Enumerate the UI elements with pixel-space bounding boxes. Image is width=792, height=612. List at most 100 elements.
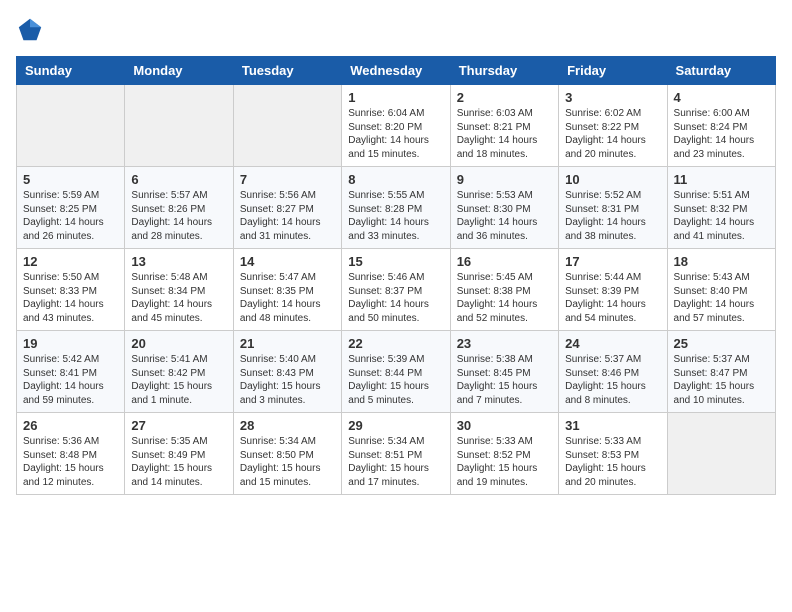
day-cell-8: 8 Sunrise: 5:55 AM Sunset: 8:28 PM Daylig… [342, 167, 450, 249]
day-cell-31: 31 Sunrise: 5:33 AM Sunset: 8:53 PM Dayli… [559, 413, 667, 495]
day-info: Sunrise: 5:38 AM Sunset: 8:45 PM Dayligh… [457, 353, 552, 407]
day-info: Sunrise: 5:53 AM Sunset: 8:30 PM Dayligh… [457, 189, 552, 243]
day-number: 28 [240, 418, 335, 433]
day-cell-2: 2 Sunrise: 6:03 AM Sunset: 8:21 PM Daylig… [450, 85, 558, 167]
header-day-monday: Monday [125, 57, 233, 85]
week-row-3: 19 Sunrise: 5:42 AM Sunset: 8:41 PM Dayli… [17, 331, 776, 413]
day-number: 11 [674, 172, 769, 187]
day-info: Sunrise: 5:51 AM Sunset: 8:32 PM Dayligh… [674, 189, 769, 243]
day-cell-30: 30Sunrise: 5:33 AM Sunset: 8:52 PM Dayli… [450, 413, 558, 495]
day-cell-19: 19 Sunrise: 5:42 AM Sunset: 8:41 PM Dayli… [17, 331, 125, 413]
day-cell-12: 12 Sunrise: 5:50 AM Sunset: 8:33 PM Dayli… [17, 249, 125, 331]
day-number: 21 [240, 336, 335, 351]
day-cell-18: 18 Sunrise: 5:43 AM Sunset: 8:40 PM Dayli… [667, 249, 775, 331]
day-number: 14 [240, 254, 335, 269]
day-info: Sunrise: 5:36 AM Sunset: 8:48 PM Dayligh… [23, 435, 118, 489]
day-number: 1 [348, 90, 443, 105]
day-cell-13: 13 Sunrise: 5:48 AM Sunset: 8:34 PM Dayli… [125, 249, 233, 331]
day-info: Sunrise: 5:43 AM Sunset: 8:40 PM Dayligh… [674, 271, 769, 325]
logo [16, 16, 48, 44]
calendar-header: SundayMondayTuesdayWednesdayThursdayFrid… [17, 57, 776, 85]
day-cell-7: 7Sunrise: 5:56 AM Sunset: 8:27 PM Daylig… [233, 167, 341, 249]
day-cell-24: 24 Sunrise: 5:37 AM Sunset: 8:46 PM Dayli… [559, 331, 667, 413]
day-cell-22: 22 Sunrise: 5:39 AM Sunset: 8:44 PM Dayli… [342, 331, 450, 413]
day-number: 6 [131, 172, 226, 187]
day-cell-14: 14 Sunrise: 5:47 AM Sunset: 8:35 PM Dayli… [233, 249, 341, 331]
day-info: Sunrise: 5:48 AM Sunset: 8:34 PM Dayligh… [131, 271, 226, 325]
day-number: 27 [131, 418, 226, 433]
day-cell-26: 26Sunrise: 5:36 AM Sunset: 8:48 PM Dayli… [17, 413, 125, 495]
day-info: Sunrise: 5:44 AM Sunset: 8:39 PM Dayligh… [565, 271, 660, 325]
day-cell-1: 1 Sunrise: 6:04 AM Sunset: 8:20 PM Daylig… [342, 85, 450, 167]
day-number: 20 [131, 336, 226, 351]
header-day-friday: Friday [559, 57, 667, 85]
day-number: 7 [240, 172, 335, 187]
day-cell-16: 16Sunrise: 5:45 AM Sunset: 8:38 PM Dayli… [450, 249, 558, 331]
day-cell-25: 25 Sunrise: 5:37 AM Sunset: 8:47 PM Dayli… [667, 331, 775, 413]
page-header [16, 16, 776, 44]
day-info: Sunrise: 5:59 AM Sunset: 8:25 PM Dayligh… [23, 189, 118, 243]
day-info: Sunrise: 5:34 AM Sunset: 8:51 PM Dayligh… [348, 435, 443, 489]
day-info: Sunrise: 6:02 AM Sunset: 8:22 PM Dayligh… [565, 107, 660, 161]
calendar-body: 1 Sunrise: 6:04 AM Sunset: 8:20 PM Daylig… [17, 85, 776, 495]
header-day-sunday: Sunday [17, 57, 125, 85]
day-cell-20: 20 Sunrise: 5:41 AM Sunset: 8:42 PM Dayli… [125, 331, 233, 413]
day-number: 5 [23, 172, 118, 187]
day-info: Sunrise: 5:55 AM Sunset: 8:28 PM Dayligh… [348, 189, 443, 243]
day-number: 3 [565, 90, 660, 105]
day-info: Sunrise: 5:52 AM Sunset: 8:31 PM Dayligh… [565, 189, 660, 243]
day-info: Sunrise: 5:37 AM Sunset: 8:47 PM Dayligh… [674, 353, 769, 407]
day-info: Sunrise: 5:46 AM Sunset: 8:37 PM Dayligh… [348, 271, 443, 325]
day-number: 12 [23, 254, 118, 269]
day-info: Sunrise: 5:39 AM Sunset: 8:44 PM Dayligh… [348, 353, 443, 407]
day-number: 29 [348, 418, 443, 433]
day-info: Sunrise: 5:35 AM Sunset: 8:49 PM Dayligh… [131, 435, 226, 489]
day-number: 19 [23, 336, 118, 351]
day-info: Sunrise: 5:50 AM Sunset: 8:33 PM Dayligh… [23, 271, 118, 325]
day-info: Sunrise: 5:42 AM Sunset: 8:41 PM Dayligh… [23, 353, 118, 407]
week-row-0: 1 Sunrise: 6:04 AM Sunset: 8:20 PM Daylig… [17, 85, 776, 167]
week-row-1: 5 Sunrise: 5:59 AM Sunset: 8:25 PM Daylig… [17, 167, 776, 249]
day-number: 2 [457, 90, 552, 105]
day-number: 9 [457, 172, 552, 187]
header-day-saturday: Saturday [667, 57, 775, 85]
day-cell-3: 3 Sunrise: 6:02 AM Sunset: 8:22 PM Daylig… [559, 85, 667, 167]
day-info: Sunrise: 6:04 AM Sunset: 8:20 PM Dayligh… [348, 107, 443, 161]
day-info: Sunrise: 6:03 AM Sunset: 8:21 PM Dayligh… [457, 107, 552, 161]
week-row-4: 26Sunrise: 5:36 AM Sunset: 8:48 PM Dayli… [17, 413, 776, 495]
day-number: 22 [348, 336, 443, 351]
day-number: 18 [674, 254, 769, 269]
day-info: Sunrise: 5:45 AM Sunset: 8:38 PM Dayligh… [457, 271, 552, 325]
day-cell-21: 21 Sunrise: 5:40 AM Sunset: 8:43 PM Dayli… [233, 331, 341, 413]
day-number: 24 [565, 336, 660, 351]
day-number: 8 [348, 172, 443, 187]
day-cell-15: 15 Sunrise: 5:46 AM Sunset: 8:37 PM Dayli… [342, 249, 450, 331]
day-cell-4: 4Sunrise: 6:00 AM Sunset: 8:24 PM Daylig… [667, 85, 775, 167]
day-number: 17 [565, 254, 660, 269]
day-cell-9: 9 Sunrise: 5:53 AM Sunset: 8:30 PM Daylig… [450, 167, 558, 249]
day-info: Sunrise: 5:41 AM Sunset: 8:42 PM Dayligh… [131, 353, 226, 407]
week-row-2: 12 Sunrise: 5:50 AM Sunset: 8:33 PM Dayli… [17, 249, 776, 331]
day-number: 25 [674, 336, 769, 351]
empty-cell [667, 413, 775, 495]
calendar-table: SundayMondayTuesdayWednesdayThursdayFrid… [16, 56, 776, 495]
day-info: Sunrise: 6:00 AM Sunset: 8:24 PM Dayligh… [674, 107, 769, 161]
day-cell-10: 10 Sunrise: 5:52 AM Sunset: 8:31 PM Dayli… [559, 167, 667, 249]
day-info: Sunrise: 5:33 AM Sunset: 8:53 PM Dayligh… [565, 435, 660, 489]
day-number: 13 [131, 254, 226, 269]
day-info: Sunrise: 5:34 AM Sunset: 8:50 PM Dayligh… [240, 435, 335, 489]
day-number: 31 [565, 418, 660, 433]
day-number: 15 [348, 254, 443, 269]
header-row: SundayMondayTuesdayWednesdayThursdayFrid… [17, 57, 776, 85]
empty-cell [125, 85, 233, 167]
day-cell-29: 29 Sunrise: 5:34 AM Sunset: 8:51 PM Dayli… [342, 413, 450, 495]
day-cell-11: 11 Sunrise: 5:51 AM Sunset: 8:32 PM Dayli… [667, 167, 775, 249]
header-day-thursday: Thursday [450, 57, 558, 85]
day-info: Sunrise: 5:37 AM Sunset: 8:46 PM Dayligh… [565, 353, 660, 407]
day-cell-23: 23 Sunrise: 5:38 AM Sunset: 8:45 PM Dayli… [450, 331, 558, 413]
day-number: 10 [565, 172, 660, 187]
day-info: Sunrise: 5:40 AM Sunset: 8:43 PM Dayligh… [240, 353, 335, 407]
day-number: 23 [457, 336, 552, 351]
day-number: 30 [457, 418, 552, 433]
day-info: Sunrise: 5:47 AM Sunset: 8:35 PM Dayligh… [240, 271, 335, 325]
